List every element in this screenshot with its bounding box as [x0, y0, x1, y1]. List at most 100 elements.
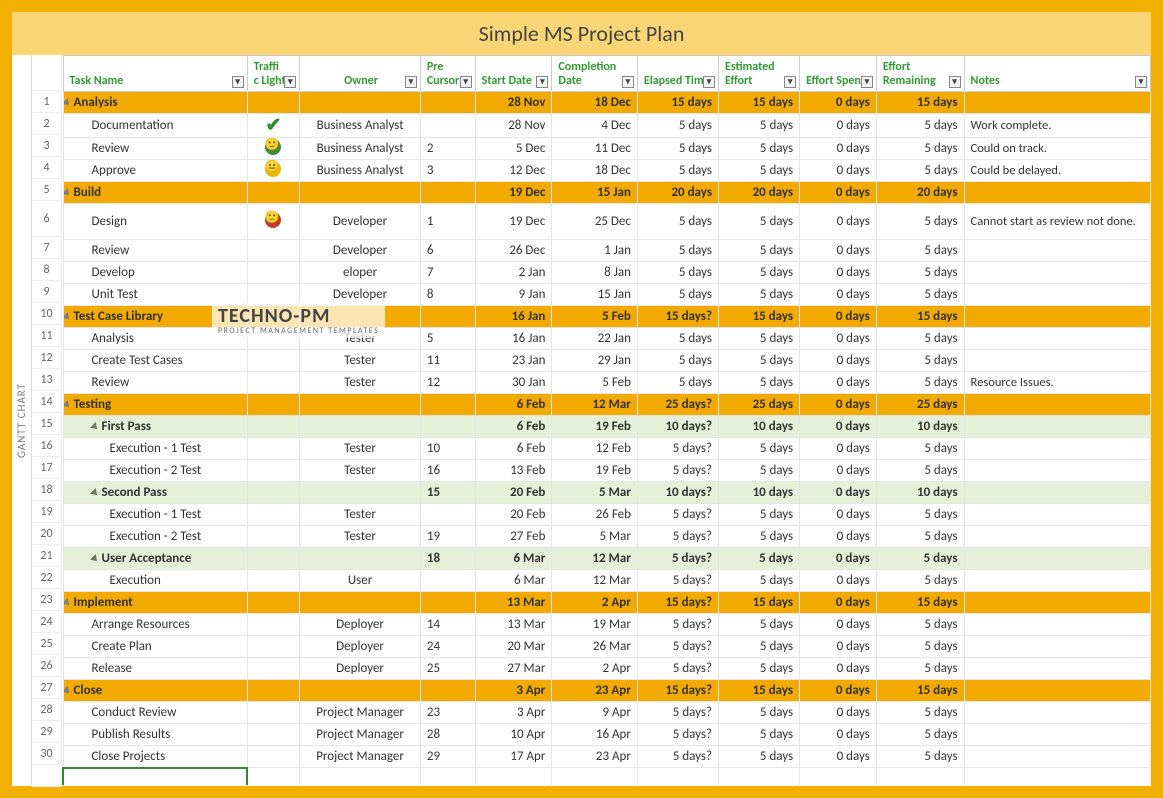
cell-effort-remaining[interactable]: 5 days: [876, 548, 964, 570]
table-row[interactable]: ReviewDeveloper626 Dec1 Jan5 days5 days0…: [63, 240, 1151, 262]
cell-elapsed-time[interactable]: 5 days: [637, 372, 718, 394]
cell-traffic-light[interactable]: [247, 636, 300, 658]
cell-notes[interactable]: [964, 548, 1150, 570]
table-row[interactable]: Testing6 Feb12 Mar25 days?25 days0 days2…: [63, 394, 1151, 416]
cell-task-name[interactable]: Conduct Review: [63, 702, 247, 724]
cell-estimated-effort[interactable]: 5 days: [719, 658, 800, 680]
cell-effort-remaining[interactable]: 5 days: [876, 504, 964, 526]
cell-pre-cursor[interactable]: 1: [420, 204, 475, 240]
row-number[interactable]: 16: [32, 435, 62, 457]
cell-notes[interactable]: [964, 636, 1150, 658]
cell-owner[interactable]: Project Manager: [300, 746, 421, 768]
cell-traffic-light[interactable]: [247, 658, 300, 680]
cell-effort-remaining[interactable]: 5 days: [876, 328, 964, 350]
row-number[interactable]: 6: [32, 201, 62, 237]
cell-owner[interactable]: Tester: [300, 504, 421, 526]
cell-start-date[interactable]: 13 Feb: [475, 460, 552, 482]
row-number[interactable]: 11: [32, 325, 62, 347]
cell-owner[interactable]: Developer: [300, 204, 421, 240]
cell-estimated-effort[interactable]: 5 days: [719, 504, 800, 526]
cell-effort-spent[interactable]: 0 days: [800, 372, 877, 394]
cell-estimated-effort[interactable]: 5 days: [719, 328, 800, 350]
cell-task-name[interactable]: First Pass: [63, 416, 247, 438]
table-row[interactable]: ReviewTester1230 Jan5 Feb5 days5 days0 d…: [63, 372, 1151, 394]
filter-dropdown-icon[interactable]: ▾: [949, 76, 961, 88]
cell-elapsed-time[interactable]: 5 days?: [637, 548, 718, 570]
row-number[interactable]: 14: [32, 391, 62, 413]
cell-estimated-effort[interactable]: 5 days: [719, 240, 800, 262]
row-number[interactable]: 27: [32, 677, 62, 699]
cell-notes[interactable]: [964, 328, 1150, 350]
cell-task-name[interactable]: Approve: [63, 160, 247, 182]
cell-effort-remaining[interactable]: 5 days: [876, 240, 964, 262]
cell-traffic-light[interactable]: [247, 306, 300, 328]
row-number[interactable]: 18: [32, 479, 62, 501]
cell-traffic-light[interactable]: [247, 526, 300, 548]
col-pre-cursor[interactable]: Pre Cursor▾: [420, 56, 475, 92]
cell-task-name[interactable]: Publish Results: [63, 724, 247, 746]
cell-effort-spent[interactable]: 0 days: [800, 240, 877, 262]
cell-effort-spent[interactable]: 0 days: [800, 438, 877, 460]
cell-completion-date[interactable]: 5 Mar: [552, 482, 638, 504]
expand-collapse-icon[interactable]: [90, 422, 100, 432]
cell-elapsed-time[interactable]: 15 days: [637, 92, 718, 114]
cell-traffic-light[interactable]: [247, 482, 300, 504]
table-row[interactable]: ApproveBusiness Analyst312 Dec18 Dec5 da…: [63, 160, 1151, 182]
cell-completion-date[interactable]: 15 Jan: [552, 284, 638, 306]
cell-effort-remaining[interactable]: 5 days: [876, 284, 964, 306]
col-effort-spent[interactable]: Effort Spent▾: [800, 56, 877, 92]
cell-pre-cursor[interactable]: [420, 394, 475, 416]
cell-notes[interactable]: Work complete.: [964, 114, 1150, 138]
cell-pre-cursor[interactable]: [420, 592, 475, 614]
cell-effort-spent[interactable]: 0 days: [800, 160, 877, 182]
cell-completion-date[interactable]: 11 Dec: [552, 138, 638, 160]
cell-pre-cursor[interactable]: 2: [420, 138, 475, 160]
cell-completion-date[interactable]: 12 Mar: [552, 570, 638, 592]
row-number[interactable]: 2: [32, 113, 62, 135]
cell-elapsed-time[interactable]: 5 days?: [637, 702, 718, 724]
cell-effort-remaining[interactable]: 5 days: [876, 350, 964, 372]
cell-start-date[interactable]: 23 Jan: [475, 350, 552, 372]
cell-pre-cursor[interactable]: 12: [420, 372, 475, 394]
cell-completion-date[interactable]: 22 Jan: [552, 328, 638, 350]
table-row[interactable]: Conduct ReviewProject Manager233 Apr9 Ap…: [63, 702, 1151, 724]
cell-traffic-light[interactable]: [247, 614, 300, 636]
cell-pre-cursor[interactable]: 10: [420, 438, 475, 460]
cell-notes[interactable]: [964, 416, 1150, 438]
filter-dropdown-icon[interactable]: ▾: [284, 76, 296, 88]
cell-task-name[interactable]: Execution - 1 Test: [63, 504, 247, 526]
table-row[interactable]: Build19 Dec15 Jan20 days20 days0 days20 …: [63, 182, 1151, 204]
cell-task-name[interactable]: Documentation: [63, 114, 247, 138]
cell-task-name[interactable]: Execution - 2 Test: [63, 460, 247, 482]
cell-effort-spent[interactable]: 0 days: [800, 138, 877, 160]
cell-pre-cursor[interactable]: [420, 680, 475, 702]
cell-start-date[interactable]: 3 Apr: [475, 702, 552, 724]
cell-task-name[interactable]: Design: [63, 204, 247, 240]
cell-estimated-effort[interactable]: 5 days: [719, 114, 800, 138]
cell-effort-remaining[interactable]: 15 days: [876, 592, 964, 614]
cell-start-date[interactable]: 12 Dec: [475, 160, 552, 182]
cell-completion-date[interactable]: 29 Jan: [552, 350, 638, 372]
cell-traffic-light[interactable]: [247, 204, 300, 240]
cell-elapsed-time[interactable]: 5 days?: [637, 614, 718, 636]
filter-dropdown-icon[interactable]: ▾: [405, 76, 417, 88]
cell-task-name[interactable]: Execution - 2 Test: [63, 526, 247, 548]
cell-pre-cursor[interactable]: 7: [420, 262, 475, 284]
cell-owner[interactable]: [300, 92, 421, 114]
table-row[interactable]: Unit TestDeveloper89 Jan15 Jan5 days5 da…: [63, 284, 1151, 306]
cell-effort-spent[interactable]: 0 days: [800, 262, 877, 284]
cell-effort-remaining[interactable]: 15 days: [876, 306, 964, 328]
cell-task-name[interactable]: Review: [63, 372, 247, 394]
cell-effort-spent[interactable]: 0 days: [800, 416, 877, 438]
cell-elapsed-time[interactable]: 5 days?: [637, 658, 718, 680]
cell-effort-remaining[interactable]: 5 days: [876, 372, 964, 394]
cell-pre-cursor[interactable]: [420, 306, 475, 328]
table-row[interactable]: Documentation✔Business Analyst28 Nov4 De…: [63, 114, 1151, 138]
cell-task-name[interactable]: Unit Test: [63, 284, 247, 306]
cell-traffic-light[interactable]: [247, 262, 300, 284]
cell-pre-cursor[interactable]: [420, 416, 475, 438]
cell-start-date[interactable]: 27 Feb: [475, 526, 552, 548]
cell-task-name[interactable]: Develop: [63, 262, 247, 284]
row-number[interactable]: 7: [32, 237, 62, 259]
filter-dropdown-icon[interactable]: ▾: [1135, 76, 1147, 88]
